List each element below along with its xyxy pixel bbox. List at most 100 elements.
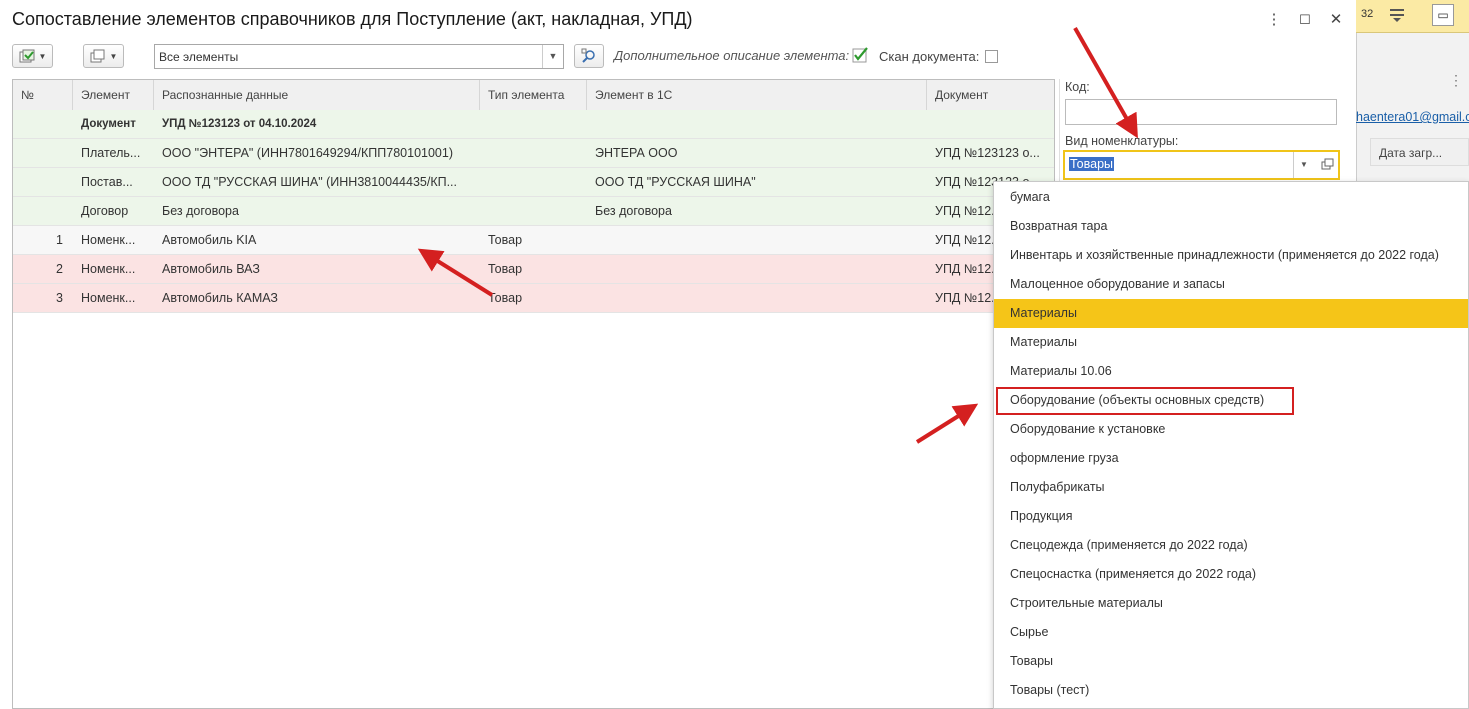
open-item-icon[interactable]: [1318, 156, 1336, 174]
background-column-header: Дата загр...: [1379, 146, 1443, 160]
row-type: [480, 139, 587, 168]
dropdown-option[interactable]: Строительные материалы: [994, 589, 1468, 618]
row-document: [927, 110, 1056, 139]
row-element-1c: Без договора: [595, 204, 672, 218]
row-num: [13, 139, 73, 168]
dropdown-option[interactable]: Оборудование к установке: [994, 415, 1468, 444]
row-num: 2: [56, 262, 63, 276]
scan-document-checkbox[interactable]: [985, 50, 998, 63]
dropdown-option[interactable]: Сырье: [994, 618, 1468, 647]
copy-items-button[interactable]: ▼: [83, 44, 124, 68]
row-element-1c: ЭНТЕРА ООО: [595, 146, 678, 160]
dropdown-option[interactable]: Товары: [994, 647, 1468, 676]
table-row[interactable]: Договор Без договора Без договора УПД №1…: [13, 197, 1054, 226]
copy-icon: [90, 49, 105, 63]
table-row[interactable]: 2 Номенк... Автомобиль ВАЗ Товар УПД №12…: [13, 255, 1054, 284]
dropdown-option-highlighted[interactable]: Материалы: [994, 299, 1468, 328]
row-type: [480, 197, 587, 226]
background-more-icon[interactable]: ⋮: [1449, 72, 1463, 89]
more-menu-icon[interactable]: ⋮: [1263, 10, 1285, 30]
nomenclature-kind-dropdown: бумага Возвратная тара Инвентарь и хозяй…: [993, 181, 1469, 709]
row-type: Товар: [488, 291, 523, 305]
row-type: Товар: [488, 262, 523, 276]
row-type: [480, 110, 587, 139]
dropdown-option[interactable]: бумага: [994, 183, 1468, 212]
chevron-down-icon: ▼: [109, 51, 118, 61]
background-button[interactable]: ▭: [1432, 4, 1454, 26]
background-column-header-cell: Дата загр...: [1370, 138, 1469, 166]
window-title: Сопоставление элементов справочников для…: [12, 9, 693, 29]
table-row[interactable]: 1 Номенк... Автомобиль KIA Товар УПД №12…: [13, 226, 1054, 255]
row-element: Договор: [81, 204, 129, 218]
chevron-down-icon[interactable]: ▼: [542, 45, 563, 68]
dropdown-option[interactable]: Малоценное оборудование и запасы: [994, 270, 1468, 299]
code-input[interactable]: [1065, 99, 1337, 125]
row-type: [480, 168, 587, 197]
row-num: [13, 110, 73, 139]
checkmark-icon: [852, 47, 868, 63]
row-element: Номенк...: [81, 291, 136, 305]
table-header: № Элемент Распознанные данные Тип элемен…: [13, 80, 1054, 111]
row-recognized: ООО ТД "РУССКАЯ ШИНА" (ИНН3810044435/КП.…: [162, 175, 458, 189]
row-element: Платель...: [81, 146, 141, 160]
close-icon[interactable]: ✕: [1325, 10, 1347, 30]
row-element: Постав...: [81, 175, 133, 189]
row-recognized: Автомобиль КАМАЗ: [162, 291, 278, 305]
dropdown-option[interactable]: Полуфабрикаты: [994, 473, 1468, 502]
row-element: Номенк...: [81, 262, 136, 276]
row-num: 1: [56, 233, 63, 247]
dropdown-option[interactable]: Возвратная тара: [994, 212, 1468, 241]
dropdown-option[interactable]: Продукция: [994, 502, 1468, 531]
table-row[interactable]: Постав... ООО ТД "РУССКАЯ ШИНА" (ИНН3810…: [13, 168, 1054, 197]
dropdown-option[interactable]: Спецодежда (применяется до 2022 года): [994, 531, 1468, 560]
row-element-1c: ООО ТД "РУССКАЯ ШИНА": [595, 175, 756, 189]
filter-select[interactable]: Все элементы ▼: [154, 44, 564, 69]
column-header-type[interactable]: Тип элемента: [480, 80, 587, 110]
row-element-1c: [587, 226, 927, 255]
row-recognized: Без договора: [162, 204, 239, 218]
dropdown-option[interactable]: оформление груза: [994, 444, 1468, 473]
table-row[interactable]: 3 Номенк... Автомобиль КАМАЗ Товар УПД №…: [13, 284, 1054, 313]
chevron-down-icon: ▼: [38, 51, 47, 61]
check-items-button[interactable]: ▼: [12, 44, 53, 68]
mapping-table: № Элемент Распознанные данные Тип элемен…: [12, 79, 1055, 709]
row-element-1c: [587, 110, 927, 139]
dropdown-option[interactable]: Материалы 10.06: [994, 357, 1468, 386]
dropdown-option[interactable]: Спецоснастка (применяется до 2022 года): [994, 560, 1468, 589]
annotation-highlight-box: [996, 387, 1294, 415]
filter-lines-icon[interactable]: [1388, 4, 1406, 24]
nomenclature-kind-label: Вид номенклатуры:: [1065, 134, 1179, 148]
table-row[interactable]: Платель... ООО "ЭНТЕРА" (ИНН7801649294/К…: [13, 139, 1054, 168]
table-row[interactable]: Документ УПД №123123 от 04.10.2024: [13, 110, 1054, 139]
row-element: Документ: [81, 118, 136, 130]
row-recognized: УПД №123123 от 04.10.2024: [162, 118, 317, 130]
row-document: УПД №123123 о...: [935, 146, 1040, 160]
extra-description-checkbox[interactable]: [852, 47, 868, 63]
nomenclature-kind-value: Товары: [1069, 157, 1114, 171]
nomenclature-kind-input[interactable]: Товары ▼: [1063, 150, 1340, 180]
row-recognized: Автомобиль KIA: [162, 233, 257, 247]
column-header-num[interactable]: №: [13, 80, 73, 110]
row-element: Номенк...: [81, 233, 136, 247]
row-recognized: ООО "ЭНТЕРА" (ИНН7801649294/КПП780101001…: [162, 146, 453, 160]
checklist-icon: [19, 49, 35, 63]
search-match-button[interactable]: [574, 44, 604, 68]
column-header-document[interactable]: Документ: [927, 80, 1056, 110]
dropdown-option[interactable]: Товары (тест): [994, 676, 1468, 705]
row-element-1c: [587, 284, 927, 313]
column-header-recognized[interactable]: Распознанные данные: [154, 80, 480, 110]
dropdown-option[interactable]: Материалы: [994, 328, 1468, 357]
column-header-element[interactable]: Элемент: [73, 80, 154, 110]
column-header-element-1c[interactable]: Элемент в 1С: [587, 80, 927, 110]
row-num: [13, 168, 73, 197]
code-label: Код:: [1065, 80, 1090, 94]
row-num: [13, 197, 73, 226]
maximize-icon[interactable]: ☐: [1294, 10, 1316, 30]
dropdown-option[interactable]: Инвентарь и хозяйственные принадлежности…: [994, 241, 1468, 270]
background-counter: 32: [1361, 8, 1374, 20]
row-type: Товар: [488, 233, 523, 247]
chevron-down-icon[interactable]: ▼: [1293, 152, 1314, 178]
background-email-link[interactable]: haentera01@gmail.c: [1356, 110, 1469, 124]
row-recognized: Автомобиль ВАЗ: [162, 262, 260, 276]
row-element-1c: [587, 255, 927, 284]
